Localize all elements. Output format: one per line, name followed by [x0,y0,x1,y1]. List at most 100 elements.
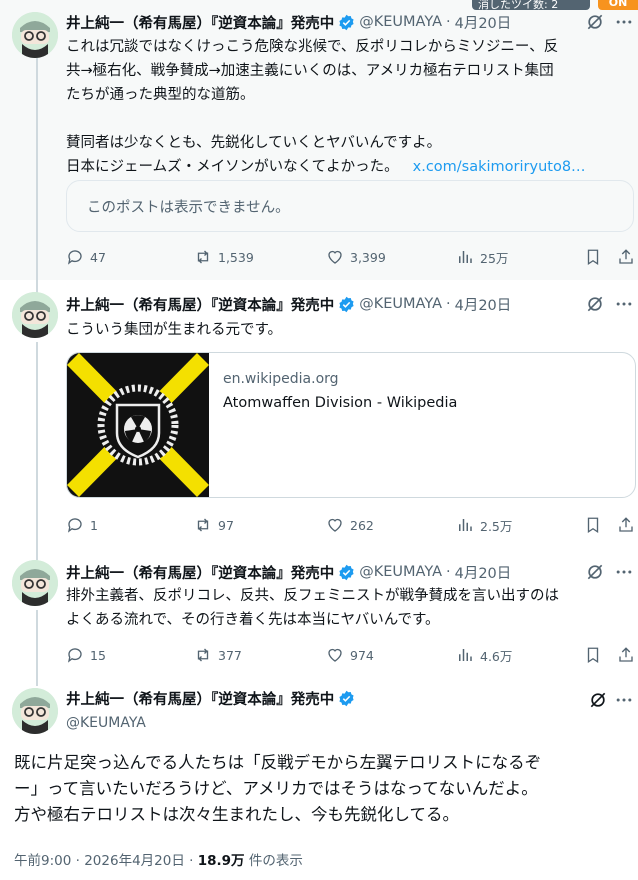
share-icon[interactable] [617,516,635,534]
reply-button[interactable]: 1 [66,514,98,536]
avatar[interactable] [12,688,58,734]
repost-button[interactable]: 377 [194,644,242,666]
separator-dot: · [446,296,451,312]
reply-icon [67,250,82,265]
share-icon[interactable] [617,646,635,664]
like-count: 3,399 [350,249,386,265]
like-count: 974 [350,647,374,663]
like-icon [328,648,342,662]
grok-icon[interactable] [585,294,605,314]
views-icon [459,519,472,531]
post-time[interactable]: 午前9:00 [14,853,71,869]
view-total: 18.9万 [197,853,245,869]
like-button[interactable]: 262 [326,514,374,536]
reply-icon [67,518,82,533]
repost-button[interactable]: 1,539 [194,246,254,268]
author-name[interactable]: 井上純一（希有馬屋）『逆資本論』発売中 [66,12,334,33]
post-full-date[interactable]: 2026年4月20日 [84,853,185,869]
views-icon [459,649,472,661]
verified-badge-icon [339,564,354,580]
grok-icon[interactable] [585,562,605,582]
repost-button[interactable]: 97 [194,514,234,536]
link-card-title[interactable]: Atomwaffen Division - Wikipedia [223,395,457,411]
more-icon[interactable] [614,690,634,710]
post-actions: 1 97 262 2.5万 [66,514,638,536]
text-line: 日本にジェームズ・メイソンがいなくてよかった。 x.com/sakimoriryu… [66,155,628,179]
view-count: 2.5万 [480,518,513,534]
author-name[interactable]: 井上純一（希有馬屋）『逆資本論』発売中 [66,562,334,583]
post-date[interactable]: 4月20日 [455,294,512,315]
verified-badge-icon [339,296,354,312]
author-handle[interactable]: @KEUMAYA [359,14,442,30]
repost-count: 1,539 [218,249,254,265]
post-text: こういう集団が生まれる元です。 [66,318,628,342]
repost-count: 377 [218,647,242,663]
text-line: こういう集団が生まれる元です。 [66,322,283,338]
views-button[interactable]: 25万 [456,246,508,268]
author-name[interactable]: 井上純一（希有馬屋）『逆資本論』発売中 [66,294,334,315]
text-line: たちが通った典型的な道筋。 [66,87,255,103]
link-card-domain: en.wikipedia.org [223,371,339,387]
more-icon[interactable] [614,294,634,314]
view-count: 25万 [480,250,509,266]
separator-dot: · [446,14,451,30]
author-name[interactable]: 井上純一（希有馬屋）『逆資本論』発売中 [66,688,334,709]
repost-count: 97 [218,517,234,533]
post-actions: 15 377 974 4.6万 [66,644,638,666]
post-date[interactable]: 4月20日 [455,12,512,33]
author-name-row: 井上純一（希有馬屋）『逆資本論』発売中 [66,688,359,709]
grok-icon[interactable] [585,12,605,32]
thread-post[interactable]: 井上純一（希有馬屋）『逆資本論』発売中 @KEUMAYA · 4月20日 こうい… [0,280,638,550]
quoted-post-unavailable: このポストは表示できません。 [66,180,634,232]
views-icon [459,251,472,263]
post-header: 井上純一（希有馬屋）『逆資本論』発売中 @KEUMAYA · 4月20日 [66,562,511,582]
grok-icon[interactable] [588,690,608,710]
repost-icon [197,250,209,264]
bookmark-icon[interactable] [584,646,602,664]
views-button[interactable]: 4.6万 [456,644,512,666]
views-label: 件の表示 [248,853,303,869]
bookmark-icon[interactable] [584,516,602,534]
repost-icon [197,648,209,662]
external-link[interactable]: x.com/sakimoriryuto8… [413,159,586,175]
post-metadata: 午前9:00 · 2026年4月20日 · 18.9万 件の表示 [14,849,303,869]
thread-post[interactable]: 井上純一（希有馬屋）『逆資本論』発売中 @KEUMAYA · 4月20日 これは… [0,0,638,280]
text-line: 方や極右テロリストは次々生まれたし、今も先鋭化してる。 [14,805,460,824]
share-icon[interactable] [617,248,635,266]
thread-post[interactable]: 井上純一（希有馬屋）『逆資本論』発売中 @KEUMAYA · 4月20日 排外主… [0,550,638,680]
reply-count: 47 [90,249,106,265]
post-date[interactable]: 4月20日 [455,562,512,583]
link-card[interactable]: en.wikipedia.org Atomwaffen Division - W… [66,352,636,498]
reply-button[interactable]: 15 [66,644,106,666]
avatar[interactable] [12,560,58,606]
link-card-image [67,353,209,497]
author-handle[interactable]: @KEUMAYA [359,296,442,312]
verified-badge-icon [339,690,354,707]
like-icon [328,518,342,532]
author-handle[interactable]: @KEUMAYA [66,715,359,731]
like-count: 262 [350,517,374,533]
post-header: 井上純一（希有馬屋）『逆資本論』発売中 @KEUMAYA · 4月20日 [66,12,511,32]
author-handle[interactable]: @KEUMAYA [359,564,442,580]
text-line: これは冗談ではなくけっこう危険な兆候で、反ポリコレからミソジニー、反 [66,39,559,55]
separator-dot: · [189,853,198,869]
text-line: ー」って言いたいだろうけど、アメリカではそうはなってないんだよ。 [14,779,538,798]
avatar[interactable] [12,12,58,58]
text-line: 排外主義者、反ポリコレ、反共、反フェミニストが戦争賛成を言い出すのは [66,588,559,604]
like-button[interactable]: 974 [326,644,374,666]
like-icon [328,250,342,264]
post-actions: 47 1,539 3,399 25万 [66,246,638,268]
views-button[interactable]: 2.5万 [456,514,512,536]
text-line: 既に片足突っ込んでる人たちは「反戦デモから左翼テロリストになるぞ [14,753,542,772]
text-line-content: 日本にジェームズ・メイソンがいなくてよかった。 [66,159,399,175]
reply-count: 15 [90,647,106,663]
separator-dot: · [75,853,85,869]
bookmark-icon[interactable] [584,248,602,266]
text-line: よくある流れで、その行き着く先は本当にヤバいんです。 [66,612,440,628]
like-button[interactable]: 3,399 [326,246,386,268]
reply-button[interactable]: 47 [66,246,106,268]
more-icon[interactable] [614,562,634,582]
more-icon[interactable] [614,12,634,32]
separator-dot: · [446,564,451,580]
avatar[interactable] [12,292,58,338]
